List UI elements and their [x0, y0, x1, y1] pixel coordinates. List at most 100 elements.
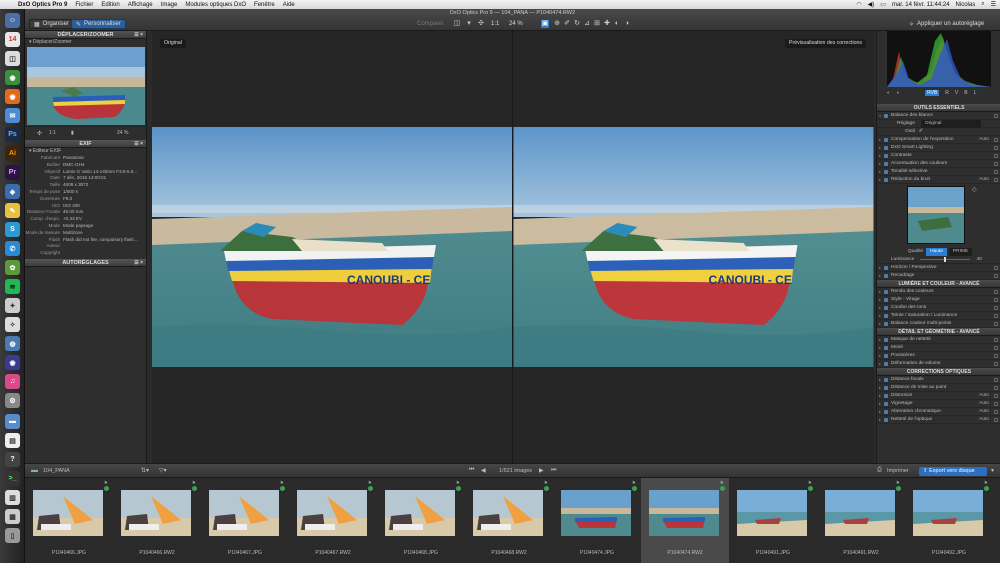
maps-icon[interactable]: ✿ [5, 260, 20, 275]
menu-fenetre[interactable]: Fenêtre [254, 2, 275, 8]
downloads-icon[interactable]: ▦ [5, 509, 20, 524]
folder-name[interactable]: 104_PANA [43, 468, 70, 474]
tool-toggle[interactable] [994, 401, 998, 406]
move-icon[interactable]: ✣ [37, 130, 42, 137]
exif-value[interactable]: ISO 200 [63, 203, 141, 210]
utility-icon[interactable]: ✧ [5, 317, 20, 332]
perspective-icon[interactable]: ⊞ [593, 20, 601, 28]
spotify-icon[interactable]: ≋ [5, 279, 20, 294]
tool-toggle[interactable] [994, 153, 998, 158]
tool-row[interactable]: ▸ Déformation de volume [877, 360, 1000, 368]
exif-row[interactable]: Date 7 déc. 2015 14:00:01 [25, 175, 146, 182]
tool-toggle[interactable] [994, 113, 998, 118]
compare-button[interactable]: Comparer [413, 19, 448, 29]
menu-clock[interactable]: mar. 14 févr. 11:44:24 [892, 2, 950, 8]
exif-row[interactable]: ISO ISO 200 [25, 203, 146, 210]
file-icon[interactable]: ▥ [5, 490, 20, 505]
exif-row[interactable]: Ouverture F8.0 [25, 196, 146, 203]
firefox-icon[interactable]: ◉ [5, 89, 20, 104]
menu-affichage[interactable]: Affichage [128, 2, 153, 8]
tool-toggle[interactable] [994, 321, 998, 326]
exif-header[interactable]: EXIF ☰ × [25, 140, 146, 148]
tool-toggle[interactable] [994, 353, 998, 358]
tool-row[interactable]: ▸ Réduction du bruit Auto [877, 176, 1000, 184]
apple-icon[interactable] [6, 1, 12, 8]
tool-toggle[interactable] [994, 361, 998, 366]
luminance-slider-thumb[interactable] [944, 257, 947, 262]
loupe-target-icon[interactable]: ◇ [972, 186, 977, 193]
globe-icon[interactable]: ◍ [5, 336, 20, 351]
spotlight-icon[interactable]: ⌕ [981, 1, 984, 8]
tool-toggle[interactable] [994, 137, 998, 142]
menu-modules[interactable]: Modules optiques DxO [185, 2, 246, 8]
rotate-icon[interactable]: ↻ [573, 20, 581, 28]
exif-row[interactable]: Copyright [25, 250, 146, 257]
folder-icon[interactable]: ▬ [5, 414, 20, 429]
clip-highlight-icon[interactable]: ◑ [896, 90, 899, 96]
eyedropper-icon[interactable]: ✐ [563, 20, 571, 28]
tab-organize[interactable]: ▦ Organiser [29, 19, 75, 29]
image-viewer[interactable]: Original Prévisualisation des correction… [152, 31, 874, 463]
app-store-icon[interactable]: ◈ [5, 184, 20, 199]
next-image-icon[interactable]: ▶ [539, 467, 544, 474]
filmstrip-thumbnail[interactable]: ★ P1040474.JPG [553, 478, 641, 563]
exif-value[interactable] [63, 243, 141, 250]
itunes-icon[interactable]: ♫ [5, 374, 20, 389]
exif-value[interactable]: 1/500 s [63, 189, 141, 196]
notes-icon[interactable]: ✎ [5, 203, 20, 218]
white-balance-picker-icon[interactable]: ⊕ [553, 20, 561, 28]
autopresets-header[interactable]: AUTORÉGLAGES ☰ × [25, 258, 146, 267]
original-image[interactable]: CANOUBI - CE [152, 127, 512, 367]
menu-fichier[interactable]: Fichier [75, 2, 93, 8]
exif-value[interactable]: +0.33 EV [63, 216, 141, 223]
export-button[interactable]: ⇪ Export vers disque [919, 467, 987, 476]
exif-value[interactable] [63, 250, 141, 257]
channel-g[interactable]: V [955, 90, 958, 96]
luminance-value[interactable]: 40 [976, 256, 981, 264]
exif-value[interactable]: 7 déc. 2015 14:00:01 [63, 175, 141, 182]
battery-icon[interactable]: ▭ [880, 1, 886, 8]
photoshop-icon[interactable]: Ps [5, 127, 20, 142]
exif-row[interactable]: Auteur [25, 243, 146, 250]
premiere-icon[interactable]: Pr [5, 165, 20, 180]
notification-icon[interactable]: ☰ [991, 1, 996, 8]
preview-icon[interactable]: ◫ [5, 51, 20, 66]
panel-menu-icon[interactable]: ☰ × [134, 259, 143, 267]
tool-toggle[interactable] [994, 409, 998, 414]
fit-icon[interactable]: ✣ [477, 20, 485, 28]
filmstrip-thumbnail[interactable]: ★ P1040491.JPG [729, 478, 817, 563]
volume-icon[interactable]: ◀) [868, 1, 875, 8]
exif-row[interactable]: Temps de pose 1/500 s [25, 189, 146, 196]
eyedropper-icon[interactable]: ✐ [919, 128, 923, 136]
wifi-icon[interactable]: ◠ [856, 1, 861, 8]
tool-toggle[interactable] [994, 305, 998, 310]
channel-l[interactable]: L [974, 90, 977, 96]
exif-value[interactable]: 4608 x 3072 [63, 182, 141, 189]
mail-icon[interactable]: ✉ [5, 108, 20, 123]
navigator-header[interactable]: DÉPLACER/ZOOMER ☰ × [25, 31, 146, 39]
horizon-icon[interactable]: ⊿ [583, 20, 591, 28]
exif-value[interactable]: Panasonic [63, 155, 141, 162]
zoom-ratio-button[interactable]: 1:1 [487, 19, 503, 29]
tool-toggle[interactable] [994, 161, 998, 166]
exif-value[interactable]: F8.0 [63, 196, 141, 203]
noise-preview-loupe[interactable] [907, 186, 965, 244]
tool-toggle[interactable] [994, 265, 998, 270]
prev-image-icon[interactable]: ◀ [481, 467, 486, 474]
print-icon[interactable]: ⎙ [877, 467, 882, 474]
filmstrip-thumbnail[interactable]: ★ P1040467.RW2 [289, 478, 377, 563]
tool-row[interactable]: ▸ Balance couleur multi-points [877, 320, 1000, 328]
exif-row[interactable]: Flash Flash did not fire, compulsory flas… [25, 237, 146, 244]
illustrator-icon[interactable]: Ai [5, 146, 20, 161]
filmstrip-thumbnail[interactable]: ★ P1040468.JPG [377, 478, 465, 563]
exif-value[interactable]: DMC-GH4 [63, 162, 141, 169]
exif-editor-sub[interactable]: ▾ Éditeur EXIF [25, 148, 146, 155]
tab-customize[interactable]: ✎ Personnaliser [71, 19, 126, 29]
nav-zoom-value[interactable]: 24 % [117, 130, 128, 136]
exif-row[interactable]: Taille 4608 x 3072 [25, 182, 146, 189]
menu-user[interactable]: Nicolas [956, 2, 976, 8]
tool-row[interactable]: ▸ Netteté de l'optique Auto [877, 416, 1000, 424]
terminal-icon[interactable]: >_ [5, 471, 20, 486]
sort-icon[interactable]: ⇅▾ [141, 467, 149, 474]
exif-row[interactable]: Objectif Lumix G Vario 14-140mm F3.5-5.6.… [25, 169, 146, 176]
